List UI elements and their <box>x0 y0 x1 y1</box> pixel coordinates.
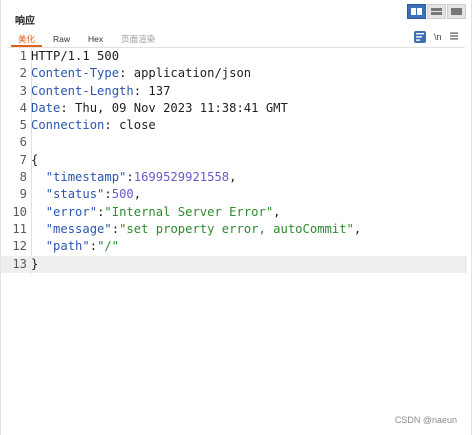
panel-title: 响应 <box>15 16 35 27</box>
newline-toggle[interactable]: \n <box>434 32 442 42</box>
line-number: 13 <box>12 256 27 271</box>
json-value: "/" <box>97 239 120 254</box>
line-number: 3 <box>19 83 27 98</box>
header-value: close <box>119 118 156 133</box>
header-name: Content-Type <box>31 66 120 81</box>
response-tabs: 美化 Raw Hex 页面渲染 <box>9 33 164 47</box>
code-line: 2 Content-Type: application/json <box>1 65 467 82</box>
header-name: Date <box>31 100 61 115</box>
header-name: Content-Length <box>31 83 134 98</box>
line-number: 6 <box>19 135 27 150</box>
code-line: 6 <box>1 134 467 151</box>
message-editor[interactable]: 1 HTTP/1.1 500 2 Content-Type: applicati… <box>1 48 467 273</box>
json-key: "path" <box>45 239 90 254</box>
json-value: 500 <box>111 187 134 202</box>
split-rows-icon[interactable] <box>427 4 446 19</box>
header-value: Thu, 09 Nov 2023 11:38:41 GMT <box>75 100 288 115</box>
view-toggle <box>407 4 466 19</box>
line-number: 5 <box>19 118 27 133</box>
code-line: 8 "timestamp":1699529921558, <box>1 169 467 186</box>
code-line: 11 "message": "set property error, autoCo… <box>1 221 467 238</box>
code-line: 1 HTTP/1.1 500 <box>1 48 467 65</box>
code-line: 9 "status":500, <box>1 186 467 203</box>
line-number: 9 <box>19 187 27 202</box>
json-key: "message" <box>45 221 112 236</box>
line-number: 4 <box>19 100 27 115</box>
json-value: 1699529921558 <box>133 170 230 185</box>
code-line: 7 { <box>1 152 467 169</box>
response-panel: 响应 美化 Raw Hex 页面渲染 \n 1 HTTP/1.1 500 2 C… <box>0 0 472 435</box>
json-key: "status" <box>45 187 105 202</box>
editor-tools: \n <box>414 31 458 43</box>
header-name: Connection <box>31 118 105 133</box>
hamburger-menu-icon[interactable] <box>449 32 458 42</box>
tab-pretty[interactable]: 美化 <box>9 33 44 47</box>
line-number: 12 <box>12 239 27 254</box>
line-number: 1 <box>19 49 27 63</box>
single-pane-icon[interactable] <box>447 4 466 19</box>
header-value: 137 <box>148 83 171 98</box>
word-wrap-icon[interactable] <box>414 31 426 43</box>
split-columns-icon[interactable] <box>407 4 426 19</box>
json-key: "timestamp" <box>45 170 127 185</box>
json-value: "Internal Server Error" <box>104 204 274 219</box>
code-line-current: 13 } <box>1 255 467 273</box>
line-number: 8 <box>19 170 27 185</box>
line-number: 10 <box>12 204 27 219</box>
tab-raw[interactable]: Raw <box>44 33 79 45</box>
status-line: HTTP/1.1 500 <box>31 49 120 63</box>
line-number: 2 <box>19 66 27 81</box>
line-number: 7 <box>19 152 27 167</box>
code-line: 4 Date: Thu, 09 Nov 2023 11:38:41 GMT <box>1 100 467 117</box>
tab-hex[interactable]: Hex <box>79 33 112 45</box>
watermark: CSDN @naeun <box>394 415 457 425</box>
json-key: "error" <box>45 204 98 219</box>
json-open-brace: { <box>31 152 39 167</box>
line-number: 11 <box>12 221 27 236</box>
tab-render[interactable]: 页面渲染 <box>112 33 164 45</box>
json-value: "set property error, autoCommit" <box>119 221 354 236</box>
header-value: application/json <box>133 66 252 81</box>
json-close-brace: } <box>31 256 39 271</box>
code-line: 5 Connection: close <box>1 117 467 134</box>
code-line: 12 "path": "/" <box>1 238 467 255</box>
code-line: 10 "error": "Internal Server Error", <box>1 204 467 221</box>
code-line: 3 Content-Length: 137 <box>1 83 467 100</box>
